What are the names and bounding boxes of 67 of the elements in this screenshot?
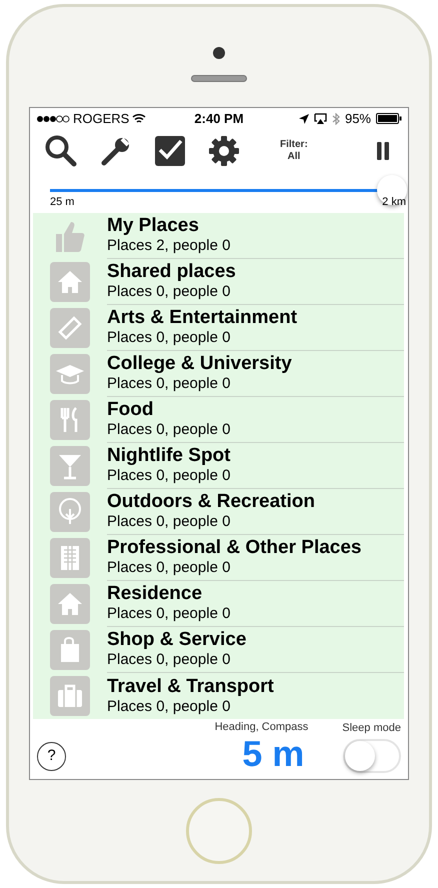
category-title: Arts & Entertainment	[107, 307, 298, 329]
sleep-mode-label: Sleep mode	[342, 720, 401, 736]
category-subtitle: Places 0, people 0	[107, 329, 232, 347]
pause-icon[interactable]	[376, 142, 390, 160]
category-row[interactable]: Nightlife Spot Places 0, people 0	[33, 442, 404, 488]
airplay-icon	[314, 113, 327, 124]
speaker-icon	[191, 75, 247, 82]
heading-label: Heading, Compass	[214, 720, 308, 734]
clock-time: 2:40 PM	[193, 110, 245, 128]
category-title: Travel & Transport	[107, 676, 275, 698]
camera-icon	[213, 47, 225, 59]
help-button[interactable]: ?	[37, 742, 66, 771]
category-row[interactable]: College & University Places 0, people 0	[33, 350, 404, 396]
battery-percent: 95%	[344, 110, 371, 128]
category-subtitle: Places 0, people 0	[107, 513, 232, 531]
category-subtitle: Places 0, people 0	[107, 559, 232, 577]
cocktail-glass-icon	[50, 446, 90, 486]
fork-knife-icon	[50, 400, 90, 440]
category-title: Residence	[107, 583, 204, 605]
tree-icon	[50, 492, 90, 532]
category-title: Food	[107, 399, 154, 421]
category-row[interactable]: Arts & Entertainment Places 0, people 0	[33, 304, 404, 350]
slider-thumb[interactable]	[377, 174, 407, 205]
search-icon[interactable]	[44, 134, 78, 168]
shopping-bag-icon	[50, 630, 90, 670]
max-label: 2 km	[382, 194, 406, 210]
category-subtitle: Places 0, people 0	[107, 467, 232, 485]
category-subtitle: Places 2, people 0	[107, 237, 232, 255]
category-row[interactable]: Food Places 0, people 0	[33, 396, 404, 442]
category-row[interactable]: Travel & Transport Places 0, people 0	[33, 672, 404, 718]
location-arrow-icon	[298, 114, 309, 124]
range-slider[interactable]	[50, 174, 407, 205]
category-title: College & University	[107, 353, 293, 375]
checkbox-icon[interactable]	[154, 134, 186, 167]
category-row[interactable]: Outdoors & Recreation Places 0, people 0	[33, 488, 404, 534]
category-subtitle: Places 0, people 0	[107, 651, 232, 669]
category-row[interactable]: Shared places Places 0, people 0	[33, 258, 404, 304]
category-row[interactable]: Shop & Service Places 0, people 0	[33, 626, 404, 672]
distance-value: 5 m	[242, 735, 304, 773]
suitcase-icon	[50, 676, 90, 716]
category-title: Shop & Service	[107, 629, 248, 651]
category-subtitle: Places 0, people 0	[107, 421, 232, 439]
category-title: My Places	[107, 215, 200, 237]
filter-button[interactable]: Filter: All	[280, 138, 308, 163]
category-row[interactable]: Professional & Other Places Places 0, people 0	[33, 534, 404, 580]
house-icon	[50, 262, 90, 302]
battery-icon	[376, 113, 402, 124]
category-subtitle: Places 0, people 0	[107, 283, 232, 301]
category-title: Outdoors & Recreation	[107, 491, 316, 513]
graduation-cap-icon	[50, 354, 90, 394]
category-row[interactable]: My Places Places 2, people 0	[33, 212, 404, 258]
sleep-mode-toggle[interactable]	[343, 739, 401, 773]
category-subtitle: Places 0, people 0	[107, 605, 232, 623]
bluetooth-icon	[332, 112, 340, 125]
wifi-icon	[132, 113, 146, 124]
category-title: Nightlife Spot	[107, 445, 232, 467]
min-label: 25 m	[50, 194, 74, 210]
signal-icon	[36, 114, 70, 123]
house-icon	[50, 584, 90, 624]
category-row[interactable]: Residence Places 0, people 0	[33, 580, 404, 626]
settings-icon[interactable]	[208, 134, 240, 167]
carrier-name: ROGERS	[73, 110, 130, 128]
category-title: Professional & Other Places	[107, 537, 362, 559]
category-subtitle: Places 0, people 0	[107, 698, 232, 716]
category-subtitle: Places 0, people 0	[107, 375, 232, 393]
building-icon	[50, 538, 90, 578]
category-title: Shared places	[107, 261, 237, 283]
